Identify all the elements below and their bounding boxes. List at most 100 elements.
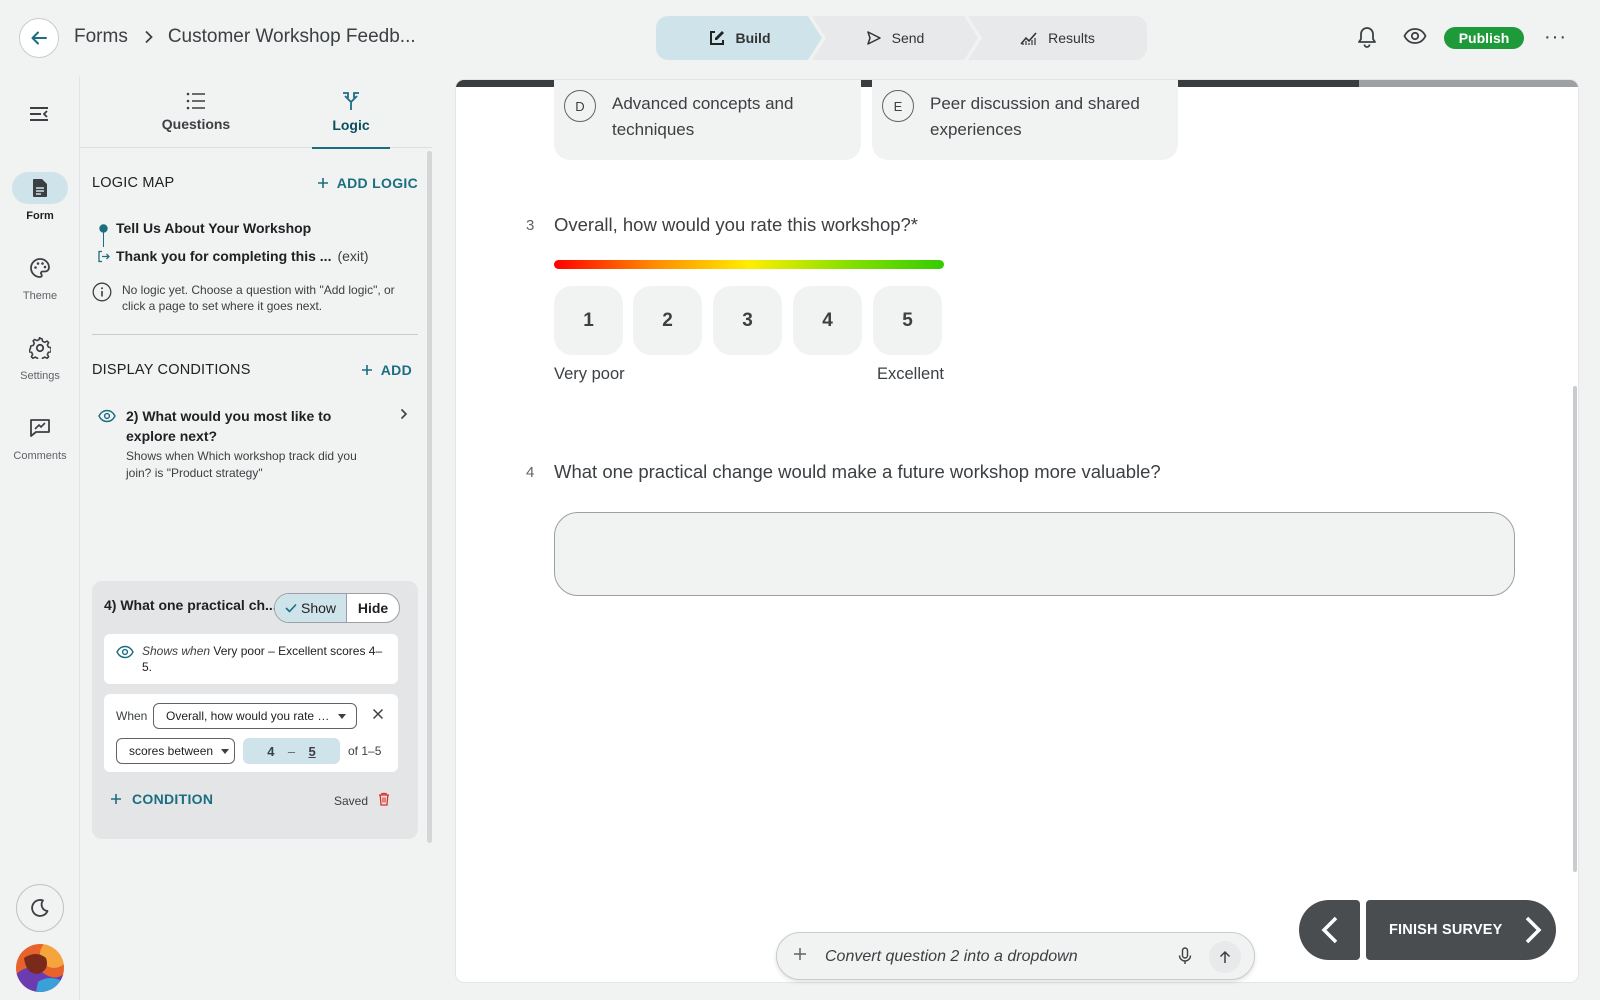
rating-option-5[interactable]: 5 [873, 286, 942, 355]
choice-option-d[interactable]: D Advanced concepts and techniques [554, 80, 861, 160]
logic-map-connector [103, 232, 104, 247]
rail-label-comments: Comments [13, 450, 67, 462]
when-label: When [116, 709, 148, 723]
add-condition-button[interactable]: CONDITION [110, 791, 213, 807]
condition-rule: When Overall, how would you rate thi... … [104, 694, 398, 772]
section-divider [92, 334, 418, 335]
range-separator: – [287, 743, 296, 759]
caret-down-icon [338, 713, 346, 719]
step-send[interactable]: Send [812, 16, 978, 60]
plus-icon [361, 364, 373, 376]
remove-rule-button[interactable] [372, 708, 384, 720]
finish-survey-label: FINISH SURVEY [1389, 922, 1503, 938]
trash-icon [378, 792, 390, 806]
logic-map-start-page[interactable]: Tell Us About Your Workshop [99, 220, 311, 236]
tab-questions[interactable]: Questions [136, 76, 256, 148]
gear-icon [12, 332, 68, 364]
arrow-left-icon [30, 29, 48, 47]
info-icon [92, 282, 112, 314]
question-4-number: 4 [526, 464, 535, 481]
range-from-input[interactable]: 4 [262, 744, 280, 759]
more-options-button[interactable]: ··· [1544, 26, 1567, 49]
rating-gradient-bar [554, 260, 944, 269]
panel-scrollbar[interactable] [427, 151, 432, 843]
eye-icon [1403, 27, 1427, 45]
branch-icon [342, 91, 360, 111]
display-condition-card-q4: 4) What one practical ch... Show Hide Sh… [92, 581, 418, 839]
send-prompt-button[interactable] [1209, 941, 1241, 973]
rail-item-comments[interactable]: Comments [0, 412, 80, 462]
question-4-answer-input[interactable] [554, 512, 1515, 596]
collapse-menu-button[interactable] [29, 106, 49, 122]
moon-icon [30, 898, 50, 918]
notifications-button[interactable] [1357, 26, 1377, 48]
chevron-right-icon [400, 408, 408, 420]
logic-map-end-page[interactable]: Thank you for completing this ... (exit) [97, 248, 369, 264]
rating-low-label: Very poor [554, 365, 625, 383]
exit-label: (exit) [337, 248, 369, 264]
step-build-label: Build [735, 30, 771, 46]
preview-button[interactable] [1403, 27, 1427, 45]
rail-item-settings[interactable]: Settings [0, 332, 80, 382]
previous-page-button[interactable] [1299, 900, 1360, 960]
question-select[interactable]: Overall, how would you rate thi... [153, 703, 357, 729]
display-condition-q2-text: 2) What would you most like to explore n… [126, 406, 366, 482]
rating-option-2[interactable]: 2 [633, 286, 702, 355]
publish-button[interactable]: Publish [1444, 27, 1524, 49]
finish-survey-button[interactable]: FINISH SURVEY [1366, 900, 1556, 960]
condition-card-title: 4) What one practical ch... [104, 597, 277, 613]
rating-option-4[interactable]: 4 [793, 286, 862, 355]
voice-input-button[interactable] [1178, 947, 1192, 965]
assistant-prompt-input[interactable] [825, 945, 1155, 969]
show-option[interactable]: Show [275, 594, 347, 622]
breadcrumb-forms-link[interactable]: Forms [74, 26, 128, 48]
logic-map-header: LOGIC MAP ADD LOGIC [92, 175, 418, 191]
palette-icon [12, 252, 68, 284]
step-send-label: Send [891, 30, 925, 46]
choice-option-e[interactable]: E Peer discussion and shared experiences [872, 80, 1178, 160]
attach-button[interactable] [793, 947, 807, 961]
show-option-label: Show [300, 600, 337, 616]
display-conditions-header: DISPLAY CONDITIONS ADD [92, 362, 418, 378]
bell-icon [1357, 26, 1377, 48]
form-preview-canvas: D Advanced concepts and techniques E Pee… [456, 80, 1578, 982]
question-select-value: Overall, how would you rate thi... [166, 709, 330, 723]
range-to-input[interactable]: 5 [303, 744, 321, 759]
rail-item-theme[interactable]: Theme [0, 252, 80, 302]
rating-option-1[interactable]: 1 [554, 286, 623, 355]
dark-mode-toggle[interactable] [16, 884, 64, 932]
arrow-up-icon [1218, 950, 1232, 964]
add-logic-button[interactable]: ADD LOGIC [317, 175, 418, 191]
tab-logic[interactable]: Logic [312, 76, 390, 149]
workflow-stepper: Build Send Results [656, 16, 1157, 60]
canvas-scrollbar[interactable] [1573, 386, 1577, 872]
plus-icon [110, 793, 122, 805]
back-button[interactable] [19, 18, 59, 58]
close-icon [372, 708, 384, 720]
rating-option-3[interactable]: 3 [713, 286, 782, 355]
eye-icon [116, 645, 134, 684]
step-build[interactable]: Build [656, 16, 822, 60]
question-4-title: What one practical change would make a f… [554, 461, 1161, 482]
top-bar: Forms Customer Workshop Feedb... Build S… [0, 0, 1600, 76]
user-avatar[interactable] [16, 944, 64, 992]
plus-icon [793, 947, 807, 961]
step-results[interactable]: Results [968, 16, 1147, 60]
saved-status: Saved [334, 794, 369, 808]
rail-item-form[interactable]: Form [0, 172, 80, 222]
operator-select[interactable]: scores between [116, 738, 235, 764]
rating-high-label: Excellent [877, 365, 944, 383]
add-condition-rule-button[interactable]: ADD [361, 362, 412, 378]
chevron-left-icon [1321, 916, 1339, 944]
rail-label-form: Form [26, 210, 54, 222]
display-conditions-title: DISPLAY CONDITIONS [92, 362, 251, 378]
question-3-number: 3 [526, 217, 535, 234]
display-condition-q2[interactable]: 2) What would you most like to explore n… [98, 406, 414, 482]
operator-select-value: scores between [129, 744, 214, 758]
hide-option[interactable]: Hide [347, 594, 399, 622]
form-title[interactable]: Customer Workshop Feedb... [168, 26, 416, 48]
choice-letter-d: D [564, 90, 596, 122]
display-condition-q2-subtitle: Shows when Which workshop track did you … [126, 449, 357, 480]
delete-condition-button[interactable] [378, 792, 390, 806]
end-page-label: Thank you for completing this ... [116, 248, 332, 264]
